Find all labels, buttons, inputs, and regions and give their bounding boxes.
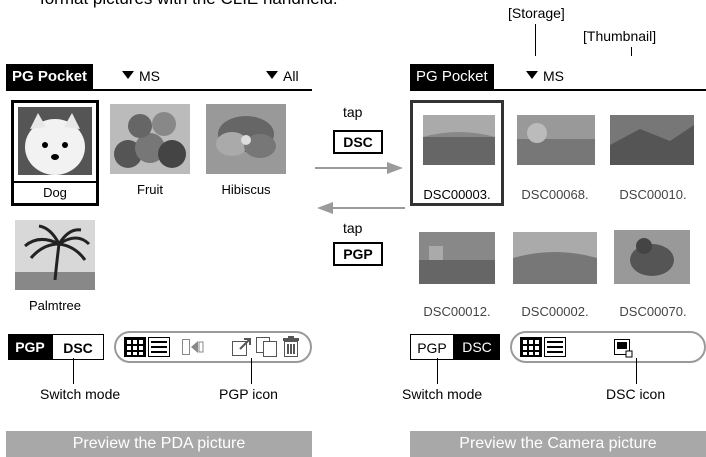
- camera-app-title: PG Pocket: [410, 64, 494, 89]
- pda-filter-value: All: [283, 68, 299, 84]
- pda-bottom-bar: PGP DSC: [6, 330, 312, 366]
- dsc-icon-label: DSC icon: [606, 386, 666, 402]
- thumbnail-label: DSC00012.: [423, 304, 491, 319]
- pda-screen: PG Pocket MS All Dog Fruit Hibiscus Palm…: [6, 56, 312, 368]
- chevron-down-icon: [526, 71, 538, 79]
- thumbnail-label: Dog: [14, 181, 96, 200]
- pgp-icon-line: [251, 358, 252, 384]
- export-icon[interactable]: [232, 337, 254, 357]
- dsc-tap-button: DSC: [333, 130, 383, 154]
- thumbnail-label: Fruit: [137, 182, 163, 197]
- thumbnail-label: DSC00070.: [619, 304, 687, 319]
- landscape-picture: [419, 232, 495, 284]
- animal-picture: [614, 230, 690, 284]
- thumbnail-label: DSC00010.: [619, 187, 687, 202]
- hibiscus-picture: [206, 104, 286, 174]
- mode-dsc-button[interactable]: DSC: [454, 334, 500, 360]
- banner-camera: Preview the Camera picture: [410, 431, 706, 457]
- thumbnail-dsc00070[interactable]: DSC00070.: [606, 216, 700, 322]
- thumbnail-label: DSC00068.: [521, 187, 589, 202]
- pda-storage-dropdown[interactable]: MS: [122, 64, 160, 89]
- landscape-picture: [423, 115, 495, 165]
- switch-mode-right-label: Switch mode: [402, 386, 483, 402]
- pgp-icon-group: [114, 331, 312, 363]
- intro-text: format pictures with the CLIE handheld.: [40, 0, 338, 9]
- thumbnail-dsc00012[interactable]: DSC00012.: [410, 216, 504, 322]
- landscape-picture: [513, 232, 597, 284]
- switch-mode-left-label: Switch mode: [40, 386, 121, 402]
- palmtree-picture: [15, 220, 95, 290]
- copy-icon[interactable]: [256, 337, 278, 357]
- thumbnail-dog[interactable]: Dog: [11, 100, 99, 206]
- fruit-picture: [110, 104, 190, 174]
- thumbnail-dsc00002[interactable]: DSC00002.: [508, 216, 602, 322]
- thumbnail-label: Palmtree: [28, 298, 82, 313]
- thumbnail-fruit[interactable]: Fruit: [106, 100, 194, 206]
- pda-title-bar: PG Pocket MS All: [6, 64, 312, 91]
- camera-storage-value: MS: [543, 68, 564, 84]
- thumbnail-callout: [Thumbnail]: [583, 28, 657, 44]
- chevron-down-icon: [266, 71, 278, 79]
- camera-title-bar: PG Pocket MS: [410, 64, 706, 91]
- arrow-left-icon: [317, 202, 405, 214]
- chevron-down-icon: [122, 71, 134, 79]
- thumbnail-view-icon[interactable]: [520, 337, 542, 357]
- camera-storage-dropdown[interactable]: MS: [526, 64, 564, 89]
- pgp-icon-label: PGP icon: [219, 386, 278, 402]
- tap-label-dsc: tap: [343, 104, 363, 120]
- banner-pda: Preview the PDA picture: [6, 431, 312, 457]
- mode-pgp-button[interactable]: PGP: [410, 334, 454, 360]
- mode-dsc-button[interactable]: DSC: [52, 334, 104, 360]
- thumbnail-view-icon[interactable]: [124, 337, 146, 357]
- thumbnail-palmtree[interactable]: Palmtree: [11, 216, 99, 322]
- landscape-picture: [517, 115, 595, 165]
- thumbnail-label: DSC00002.: [521, 304, 589, 319]
- pda-app-title: PG Pocket: [6, 64, 94, 89]
- import-to-pda-icon[interactable]: [612, 337, 634, 359]
- camera-screen: PG Pocket MS DSC00003. DSC00068. DSC0001…: [410, 56, 706, 368]
- thumbnail-dsc00003[interactable]: DSC00003.: [410, 100, 504, 206]
- storage-callout-line: [535, 24, 536, 60]
- switch-mode-left-line: [73, 358, 74, 384]
- slideshow-icon[interactable]: [182, 337, 204, 357]
- storage-callout: [Storage]: [508, 5, 565, 21]
- thumbnail-dsc00068[interactable]: DSC00068.: [508, 100, 602, 206]
- mode-pgp-button[interactable]: PGP: [8, 334, 52, 360]
- thumbnail-hibiscus[interactable]: Hibiscus: [202, 100, 290, 206]
- arrow-right-icon: [315, 162, 403, 174]
- camera-bottom-bar: PGP DSC: [410, 330, 706, 366]
- list-view-icon[interactable]: [544, 337, 566, 357]
- thumbnail-label: DSC00003.: [423, 187, 491, 202]
- pda-storage-value: MS: [139, 68, 160, 84]
- pda-filter-dropdown[interactable]: All: [266, 64, 299, 89]
- pgp-tap-button: PGP: [333, 242, 383, 266]
- thumbnail-dsc00010[interactable]: DSC00010.: [606, 100, 700, 206]
- thumbnail-label: Hibiscus: [221, 182, 271, 197]
- list-view-icon[interactable]: [148, 337, 170, 357]
- dsc-icon-group: [510, 331, 706, 363]
- landscape-picture: [610, 115, 694, 165]
- tap-label-pgp: tap: [343, 220, 363, 236]
- dog-picture: [18, 107, 92, 175]
- dsc-icon-line: [636, 358, 637, 384]
- trash-icon[interactable]: [280, 336, 302, 358]
- switch-mode-right-line: [437, 358, 438, 384]
